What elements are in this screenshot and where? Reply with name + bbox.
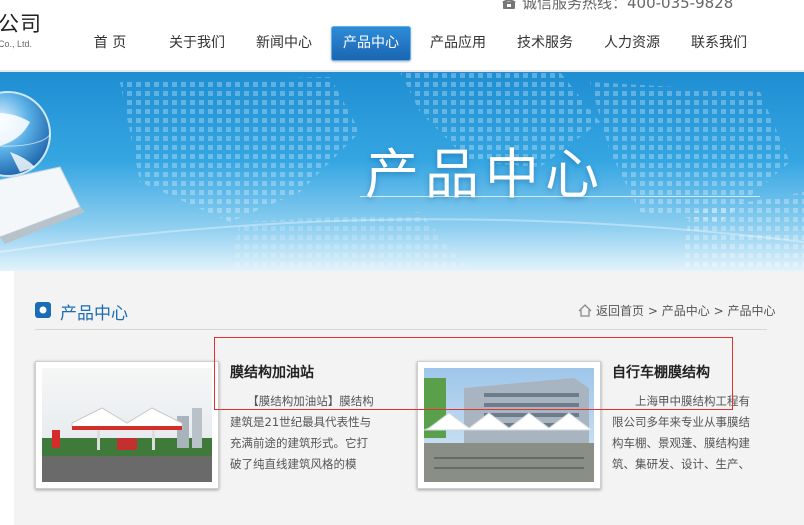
banner-title: 产品中心 xyxy=(365,143,605,206)
nav-home[interactable]: 首 页 xyxy=(70,26,150,61)
section-title: 产品中心 xyxy=(60,304,128,324)
phone-icon xyxy=(502,0,516,9)
nav-applications[interactable]: 产品应用 xyxy=(418,26,498,61)
breadcrumb-level1[interactable]: 产品中心 xyxy=(662,304,710,318)
nav-hr[interactable]: 人力资源 xyxy=(592,26,672,61)
hero-banner: 产品中心 xyxy=(0,72,804,271)
left-strip xyxy=(0,271,14,525)
product-photo xyxy=(42,368,212,482)
breadcrumb-home[interactable]: 返回首页 xyxy=(596,304,644,318)
nav-about[interactable]: 关于我们 xyxy=(157,26,237,61)
nav-tech-service[interactable]: 技术服务 xyxy=(505,26,585,61)
site-header: 公司 Co., Ltd. 诚信服务热线：400-035-9828 首 页 关于我… xyxy=(0,0,804,70)
breadcrumb-level2[interactable]: 产品中心 xyxy=(727,304,775,318)
company-sub: Co., Ltd. xyxy=(0,39,33,49)
section-divider xyxy=(35,329,767,330)
breadcrumb-separator: > xyxy=(713,304,724,318)
product-image-gas-station[interactable] xyxy=(35,361,219,489)
hotline: 诚信服务热线：400-035-9828 xyxy=(502,0,733,13)
nav-news[interactable]: 新闻中心 xyxy=(244,26,324,61)
company-name[interactable]: 公司 xyxy=(0,8,42,38)
banner-underline xyxy=(360,196,760,197)
breadcrumb: 返回首页 > 产品中心 > 产品中心 xyxy=(578,302,775,319)
section-icon xyxy=(35,302,51,318)
selection-highlight xyxy=(214,337,733,410)
home-icon xyxy=(578,304,592,317)
breadcrumb-separator: > xyxy=(647,304,658,318)
hotline-text: 诚信服务热线：400-035-9828 xyxy=(522,0,734,12)
nav-contact[interactable]: 联系我们 xyxy=(679,26,759,61)
nav-products[interactable]: 产品中心 xyxy=(331,26,411,61)
